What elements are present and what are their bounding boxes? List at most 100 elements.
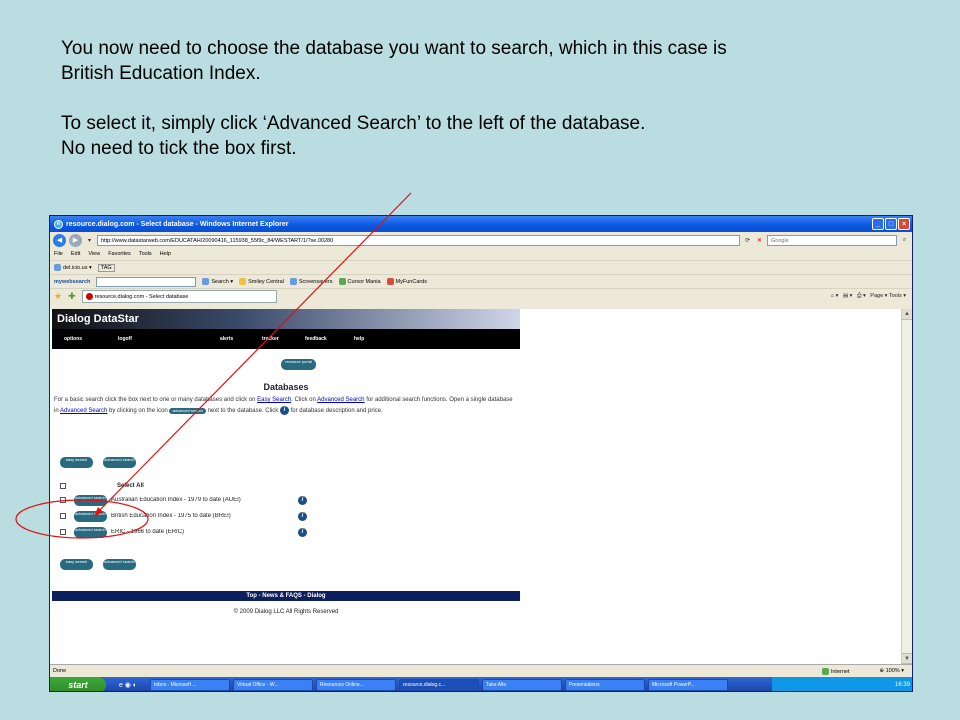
scroll-up-icon[interactable]: ▲ xyxy=(902,309,912,320)
system-tray: 16:39 xyxy=(772,677,912,691)
taskbar-item[interactable]: Virtual Office - W... xyxy=(233,679,313,691)
mywebsearch-input[interactable] xyxy=(96,276,197,287)
menu-help[interactable]: Help xyxy=(160,251,171,257)
search-input[interactable]: Google xyxy=(767,234,897,246)
advanced-search-button-bottom[interactable]: advanced search xyxy=(103,559,136,570)
search-icon xyxy=(202,278,210,285)
taskbar: start e ◉ ◐ Inbox - Microsoft ... Virtua… xyxy=(50,677,912,691)
nav-tracker[interactable]: tracker xyxy=(262,336,279,342)
menu-view[interactable]: View xyxy=(88,251,100,257)
taskbar-item[interactable]: Inbox - Microsoft ... xyxy=(150,679,230,691)
vertical-scrollbar[interactable]: ▲ ▼ xyxy=(901,309,912,664)
cursor-icon xyxy=(338,278,346,285)
advanced-search-link[interactable]: Advanced Search xyxy=(317,397,364,403)
advanced-search-button-brei[interactable]: advanced search xyxy=(74,510,107,522)
screensavers-button[interactable]: Screensavers xyxy=(289,278,333,285)
close-button[interactable]: × xyxy=(898,218,910,230)
history-dropdown-icon[interactable]: ▾ xyxy=(85,237,94,244)
browser-window: e resource.dialog.com - Select database … xyxy=(49,215,913,692)
dialog-site: Dialog DataStar options logoff alerts tr… xyxy=(52,309,520,615)
print-icon[interactable]: ⎙ xyxy=(857,293,861,299)
maximize-button[interactable]: □ xyxy=(885,218,897,230)
easy-search-button-top[interactable]: easy search xyxy=(60,457,93,468)
menu-edit[interactable]: Edit xyxy=(71,251,80,257)
menu-favorites[interactable]: Favorites xyxy=(108,251,131,257)
menu-file[interactable]: File xyxy=(54,251,63,257)
intro-text: For a basic search click the box next to… xyxy=(54,395,518,417)
forward-arrow-icon[interactable]: ▶ xyxy=(69,233,82,247)
database-checkbox[interactable] xyxy=(60,529,66,535)
smiley-central-button[interactable]: Smiley Central xyxy=(239,278,284,285)
mws-search-button[interactable]: Search ▾ xyxy=(202,278,233,285)
database-checkbox[interactable] xyxy=(60,497,66,503)
stop-icon[interactable]: ✕ xyxy=(755,237,764,244)
advanced-search-button-top[interactable]: advanced search xyxy=(103,457,136,468)
nav-feedback[interactable]: feedback xyxy=(305,336,327,342)
refresh-icon[interactable]: ⟳ xyxy=(743,237,752,244)
feeds-icon[interactable]: ▤ xyxy=(843,293,848,299)
info-icon[interactable]: i xyxy=(298,495,307,505)
site-favicon-icon xyxy=(85,293,93,300)
select-all-label: Select All xyxy=(117,483,144,489)
page-tools-menu[interactable]: Page ▾ Tools ▾ xyxy=(870,293,906,299)
database-row: advanced search ERIC - 1966 to date (ERI… xyxy=(60,526,307,538)
cursor-label: Cursor Mania xyxy=(347,278,381,285)
advanced-search-link-2[interactable]: Advanced Search xyxy=(60,408,107,414)
menu-tools[interactable]: Tools xyxy=(139,251,152,257)
nav-alerts[interactable]: alerts xyxy=(220,336,233,342)
nav-logoff[interactable]: logoff xyxy=(118,336,132,342)
card-icon xyxy=(386,278,394,285)
taskbar-item[interactable]: Take Alto xyxy=(482,679,562,691)
info-icon[interactable]: i xyxy=(298,511,307,521)
favorites-star-icon[interactable]: ★ xyxy=(54,291,62,302)
home-icon[interactable]: ⌂ xyxy=(831,293,834,299)
select-all-row: Select All xyxy=(60,480,144,492)
database-row: advanced search Australian Education Ind… xyxy=(60,494,307,506)
site-nav: options logoff alerts tracker feedback h… xyxy=(52,329,520,349)
minimize-button[interactable]: _ xyxy=(872,218,884,230)
zone-label: Internet xyxy=(830,668,850,675)
nav-help[interactable]: help xyxy=(354,336,364,342)
info-icon[interactable]: i xyxy=(298,527,307,537)
taskbar-item-active[interactable]: resource.dialog.c... xyxy=(399,679,479,691)
scroll-down-icon[interactable]: ▼ xyxy=(902,653,912,664)
databases-heading: Databases xyxy=(263,382,309,392)
intro-part-e: next to the database. Click xyxy=(205,408,280,415)
database-row: advanced search British Education Index … xyxy=(60,510,307,522)
select-all-checkbox[interactable] xyxy=(60,483,66,489)
address-input[interactable]: http://www.datastarweb.com/EDUCATAH/2009… xyxy=(97,234,740,246)
tab-row: ★ ✚ resource.dialog.com - Select databas… xyxy=(50,288,912,304)
advanced-search-button-auei[interactable]: advanced search xyxy=(74,494,107,506)
funcards-button[interactable]: MyFunCards xyxy=(386,278,428,285)
command-bar[interactable]: ⌂ ▾ ▤ ▾ ⎙ ▾ Page ▾ Tools ▾ xyxy=(831,293,912,300)
resource-portal-button[interactable]: resource portal xyxy=(281,359,316,370)
taskbar-item[interactable]: Resources Online... xyxy=(316,679,396,691)
title-bar[interactable]: e resource.dialog.com - Select database … xyxy=(50,216,912,232)
start-button[interactable]: start xyxy=(50,677,106,691)
easy-search-link[interactable]: Easy Search xyxy=(257,397,291,403)
funcards-label: MyFunCards xyxy=(395,278,428,285)
zoom-icon: ⊕ xyxy=(879,667,885,674)
search-icon[interactable]: ⌕ xyxy=(900,237,909,244)
delicious-button[interactable]: del.icio.us ▾ xyxy=(54,264,92,271)
tab-active[interactable]: resource.dialog.com - Select database xyxy=(81,290,277,303)
advanced-search-button-eric[interactable]: advanced search xyxy=(74,526,107,538)
caption-line-4: No need to tick the box first. xyxy=(61,138,297,159)
easy-search-button-bottom[interactable]: easy search xyxy=(60,559,93,570)
back-arrow-icon[interactable]: ◀ xyxy=(53,233,66,247)
add-favorites-icon[interactable]: ✚ xyxy=(68,291,76,302)
taskbar-item[interactable]: Presentations xyxy=(565,679,645,691)
taskbar-item[interactable]: Microsoft PowerP... xyxy=(648,679,728,691)
advanced-search-icon-inline: advanced search xyxy=(169,408,206,415)
ie-icon: e xyxy=(54,219,63,229)
database-checkbox[interactable] xyxy=(60,513,66,519)
zoom-control[interactable]: ⊕ 100% ▾ xyxy=(879,668,904,675)
cursor-mania-button[interactable]: Cursor Mania xyxy=(338,278,381,285)
quick-launch[interactable]: e ◉ ◐ xyxy=(109,681,147,689)
tag-button[interactable]: TAG xyxy=(97,263,115,272)
caption-line-2: British Education Index. xyxy=(61,63,261,84)
intro-part-a: For a basic search click the box next to… xyxy=(54,397,258,403)
clock: 16:39 xyxy=(894,682,910,688)
nav-options[interactable]: options xyxy=(64,336,82,342)
site-footer-links[interactable]: Top - News & FAQS - Dialog xyxy=(52,591,520,601)
